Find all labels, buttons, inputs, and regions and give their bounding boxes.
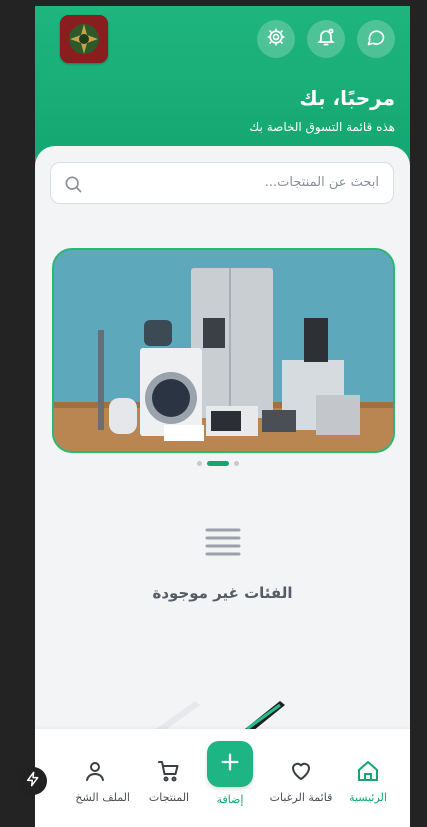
heart-icon bbox=[289, 762, 313, 787]
app-logo bbox=[60, 15, 108, 63]
carousel-dot-active[interactable] bbox=[207, 461, 229, 466]
welcome-subtitle: هذه قائمة التسوق الخاصة بك bbox=[249, 120, 395, 134]
nav-profile[interactable]: الملف الشخ bbox=[60, 759, 130, 804]
add-button[interactable] bbox=[207, 741, 253, 787]
bell-icon bbox=[316, 27, 336, 51]
quick-action-button[interactable] bbox=[19, 767, 47, 795]
nav-home[interactable]: الرئيسية bbox=[333, 759, 403, 804]
search-placeholder: ابحث عن المنتجات... bbox=[264, 175, 379, 190]
plus-icon bbox=[219, 751, 241, 777]
bottom-navigation: الرئيسية قائمة الرغبات إضافة المنتجات ال… bbox=[35, 729, 410, 827]
search-input[interactable]: ابحث عن المنتجات... bbox=[50, 162, 394, 204]
app-frame: مرحبًا، بك هذه قائمة التسوق الخاصة بك اب… bbox=[35, 6, 410, 827]
nav-home-label: الرئيسية bbox=[349, 791, 387, 804]
chat-icon bbox=[366, 27, 386, 51]
add-button-label: إضافة bbox=[216, 793, 244, 806]
carousel-dot[interactable] bbox=[234, 461, 239, 466]
main-content: ابحث عن المنتجات... الفئات غير موجودة bbox=[35, 146, 410, 827]
appliances-banner-image bbox=[54, 250, 393, 451]
welcome-title: مرحبًا، بك bbox=[299, 86, 395, 110]
settings-button[interactable] bbox=[257, 20, 295, 58]
lightning-icon bbox=[25, 771, 41, 791]
home-icon bbox=[356, 761, 380, 787]
banner-carousel[interactable] bbox=[52, 248, 395, 453]
search-icon[interactable] bbox=[63, 174, 83, 198]
chat-button[interactable] bbox=[357, 20, 395, 58]
carousel-indicator[interactable] bbox=[197, 461, 239, 466]
cart-icon bbox=[157, 761, 181, 787]
nav-products[interactable]: المنتجات bbox=[134, 759, 204, 804]
menu-lines-icon bbox=[205, 527, 241, 561]
nav-profile-label: الملف الشخ bbox=[75, 791, 130, 804]
notifications-button[interactable] bbox=[307, 20, 345, 58]
nav-products-label: المنتجات bbox=[148, 791, 190, 804]
categories-empty-message: الفئات غير موجودة bbox=[152, 584, 293, 602]
gear-icon bbox=[266, 27, 286, 51]
user-icon bbox=[83, 762, 107, 787]
carousel-dot[interactable] bbox=[197, 461, 202, 466]
nav-wishlist[interactable]: قائمة الرغبات bbox=[266, 759, 336, 804]
nav-wishlist-label: قائمة الرغبات bbox=[269, 791, 333, 804]
